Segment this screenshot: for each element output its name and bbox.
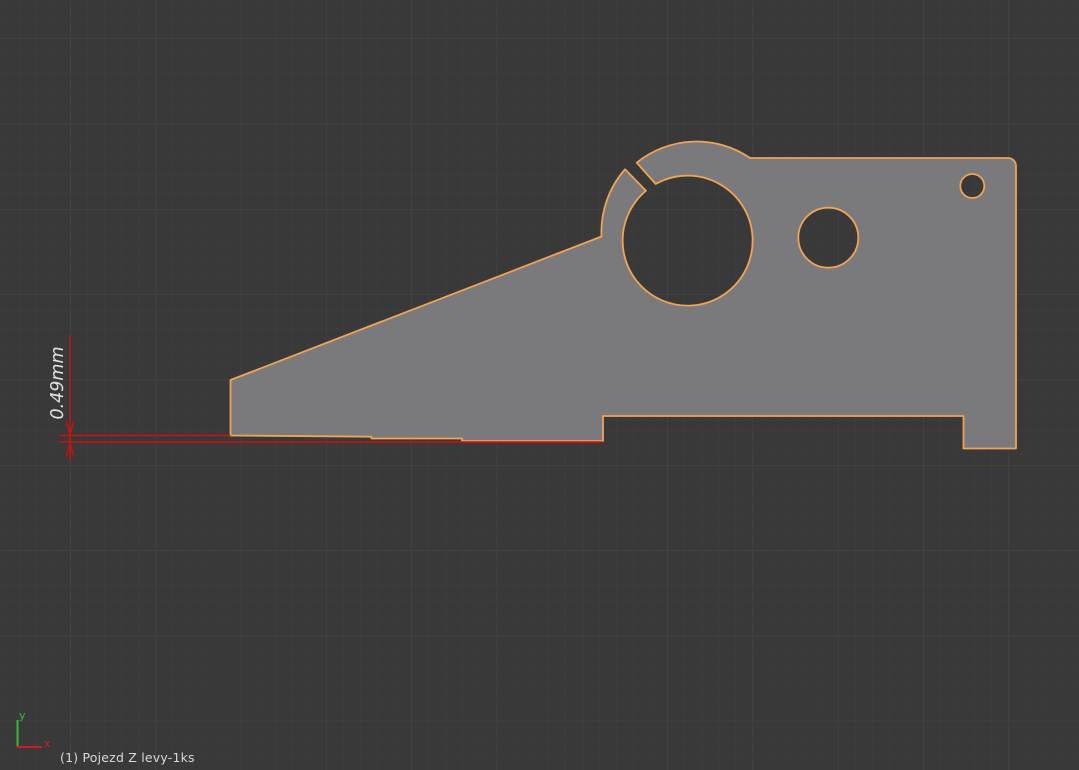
axis-x-label: x	[44, 737, 51, 750]
cad-viewport[interactable]: 0.49mm y x (1) Pojezd Z levy-1ks	[0, 0, 1079, 770]
dimension-label: 0.49mm	[48, 346, 68, 419]
status-label: (1) Pojezd Z levy-1ks	[60, 750, 195, 765]
drawing-canvas[interactable]: 0.49mm y x	[0, 0, 1079, 770]
axis-y-label: y	[19, 709, 26, 722]
